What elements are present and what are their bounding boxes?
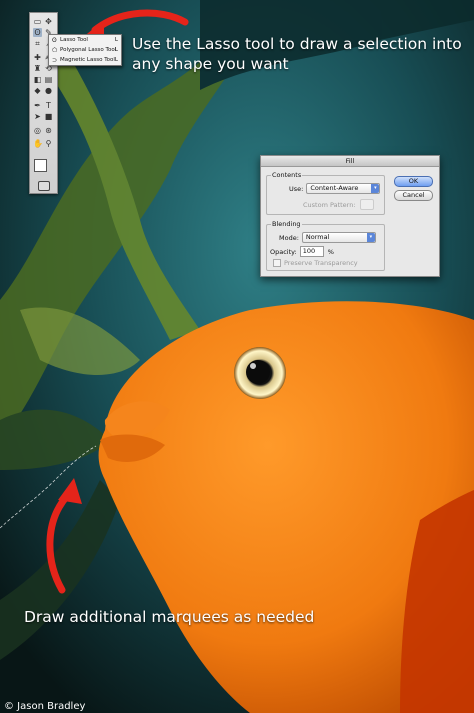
dodge-tool-icon[interactable]: ● <box>44 86 53 95</box>
cancel-button[interactable]: Cancel <box>394 190 433 201</box>
flyout-item-shortcut: L <box>114 47 118 53</box>
mode-select[interactable]: Normal ▾ <box>301 232 376 243</box>
polygonal-lasso-icon: ⬠ <box>52 46 58 54</box>
flyout-item-lasso[interactable]: ʘ Lasso Tool L <box>49 35 121 45</box>
3d-rotate-tool-icon[interactable]: ◎ <box>33 126 42 135</box>
healing-brush-tool-icon[interactable]: ✚ <box>33 53 42 62</box>
preserve-transparency-checkbox[interactable] <box>273 259 281 267</box>
blending-group: Blending Mode: Normal ▾ Opacity: 100 % P… <box>266 220 385 271</box>
eraser-tool-icon[interactable]: ◧ <box>33 75 42 84</box>
bottom-caption: Draw additional marquees as needed <box>24 608 315 626</box>
crop-tool-icon[interactable]: ⌗ <box>33 39 42 48</box>
flyout-item-label: Polygonal Lasso Tool <box>60 47 117 53</box>
quick-mask-icon[interactable] <box>38 181 50 191</box>
path-selection-tool-icon[interactable]: ➤ <box>33 112 42 121</box>
mode-label: Mode: <box>279 233 299 242</box>
pen-tool-icon[interactable]: ✒ <box>33 101 42 110</box>
mode-value: Normal <box>305 233 330 241</box>
use-label: Use: <box>289 184 304 193</box>
shape-tool-icon[interactable]: ■ <box>44 112 53 121</box>
top-caption: Use the Lasso tool to draw a selection i… <box>132 35 462 73</box>
marquee-tool-icon[interactable]: ▭ <box>33 17 42 26</box>
custom-pattern-picker[interactable] <box>359 199 374 210</box>
type-tool-icon[interactable]: T <box>44 101 53 110</box>
flyout-item-label: Magnetic Lasso Tool <box>60 57 115 63</box>
3d-orbit-tool-icon[interactable]: ⊛ <box>44 126 53 135</box>
photo-credit: © Jason Bradley <box>4 701 86 712</box>
dialog-title: Fill <box>261 156 439 167</box>
lasso-tool-icon[interactable]: ʘ <box>33 28 42 37</box>
lasso-icon: ʘ <box>52 36 57 44</box>
preserve-transparency-label: Preserve Transparency <box>284 259 358 267</box>
opacity-label: Opacity: <box>270 247 297 256</box>
lasso-tools-flyout: ʘ Lasso Tool L ⬠ Polygonal Lasso Tool L … <box>48 34 122 66</box>
move-tool-icon[interactable]: ✥ <box>44 17 53 26</box>
flyout-item-magnetic-lasso[interactable]: ⊃ Magnetic Lasso Tool L <box>49 55 121 65</box>
blur-tool-icon[interactable]: ◆ <box>33 86 42 95</box>
zoom-tool-icon[interactable]: ⚲ <box>44 139 53 148</box>
use-value: Content-Aware <box>310 184 359 192</box>
custom-pattern-label: Custom Pattern: <box>303 200 356 209</box>
flyout-item-label: Lasso Tool <box>60 37 88 43</box>
opacity-unit: % <box>327 247 334 256</box>
foreground-color-swatch[interactable] <box>34 159 47 172</box>
blending-group-title: Blending <box>271 220 302 228</box>
chevron-down-icon: ▾ <box>366 233 375 242</box>
clone-stamp-tool-icon[interactable]: ♜ <box>33 64 42 73</box>
contents-group: Contents Use: Content-Aware ▾ Custom Pat… <box>266 171 385 215</box>
flyout-item-polygonal-lasso[interactable]: ⬠ Polygonal Lasso Tool L <box>49 45 121 55</box>
ok-button[interactable]: OK <box>394 176 433 187</box>
flyout-item-shortcut: L <box>114 37 118 43</box>
contents-group-title: Contents <box>271 171 303 179</box>
magnetic-lasso-icon: ⊃ <box>52 56 58 64</box>
fill-dialog: Fill Contents Use: Content-Aware ▾ Custo… <box>260 155 440 277</box>
hand-tool-icon[interactable]: ✋ <box>33 139 43 148</box>
flyout-item-shortcut: L <box>114 57 118 63</box>
use-select[interactable]: Content-Aware ▾ <box>306 183 381 194</box>
gradient-tool-icon[interactable]: ▤ <box>44 75 53 84</box>
chevron-down-icon: ▾ <box>371 184 380 193</box>
opacity-input[interactable]: 100 <box>299 246 324 257</box>
